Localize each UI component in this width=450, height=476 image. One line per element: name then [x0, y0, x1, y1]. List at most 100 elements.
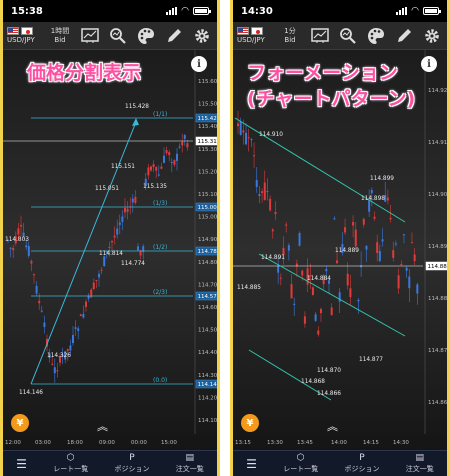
pencil-icon[interactable]: [395, 27, 413, 45]
currency-pair-selector[interactable]: USD/JPY: [7, 27, 47, 44]
pair-label: USD/JPY: [7, 36, 35, 44]
candle-body: [303, 316, 306, 324]
yen-order-icon[interactable]: ¥: [11, 414, 29, 432]
status-time: 14:30: [241, 5, 273, 17]
currency-pair-selector[interactable]: USD/JPY: [237, 27, 277, 44]
price-annotation: 114.803: [5, 237, 29, 243]
price-highlight-label: 115.313: [198, 139, 218, 145]
price-annotation: 114.868: [301, 379, 325, 385]
fibonacci-level-label: (2/3): [153, 289, 167, 296]
candle-body: [82, 313, 85, 318]
candle-body: [147, 167, 150, 176]
candle-body: [9, 247, 12, 249]
info-icon[interactable]: i: [421, 56, 437, 72]
nav-position[interactable]: P ポジション: [345, 453, 380, 474]
caption-formation: フォーメーション: [247, 62, 398, 84]
candle-body: [410, 242, 413, 244]
candle-body: [370, 190, 373, 194]
candle-body: [413, 254, 416, 262]
candle-body: [242, 130, 245, 133]
price-axis-label: 115.500: [198, 102, 217, 108]
yen-order-icon[interactable]: ¥: [241, 414, 259, 432]
menu-button[interactable]: ☰: [246, 457, 257, 471]
price-highlight-label: 114.888: [428, 264, 448, 270]
price-highlight-label: 114.573: [198, 294, 218, 300]
indicator-search-icon[interactable]: [109, 27, 127, 45]
candle-body: [333, 218, 336, 220]
candle-body: [357, 299, 360, 302]
candle-body: [349, 288, 352, 298]
candle-body: [319, 309, 322, 314]
candle-body: [298, 233, 301, 246]
timeframe-selector[interactable]: 1時間 Bid: [47, 27, 73, 45]
hamburger-icon: ☰: [16, 456, 27, 471]
price-axis-label: 115.100: [198, 192, 217, 198]
candle-body: [376, 242, 379, 254]
price-chart[interactable]: 115.600 115.500 115.400 115.300 115.200 115.1…: [3, 50, 217, 450]
candle-body: [27, 246, 30, 256]
nav-order-list-label: 注文一覧: [175, 465, 204, 473]
candle-body: [311, 287, 314, 296]
candle-body: [118, 222, 121, 225]
price-axis-label: 114.500: [198, 328, 217, 334]
chevron-up-icon[interactable]: ︽: [97, 418, 108, 434]
wifi-icon: ◠: [411, 6, 419, 16]
candle-body: [250, 139, 253, 141]
candle-body: [181, 141, 184, 146]
candle-body: [12, 248, 15, 251]
candle-body: [134, 196, 137, 203]
nav-rate-list-label: レート一覧: [53, 465, 89, 473]
candle-body: [69, 345, 72, 351]
candle-body: [266, 191, 269, 193]
price-axis-label: 115.300: [198, 147, 217, 153]
timeframe-selector[interactable]: 1分 Bid: [277, 27, 303, 45]
price-annotation: 114.910: [259, 132, 283, 138]
gear-icon[interactable]: [423, 27, 441, 45]
candle-body: [381, 239, 384, 242]
candle-body: [79, 314, 82, 317]
candle-body: [74, 327, 77, 329]
time-axis-label: 15:00: [161, 440, 177, 446]
order-icon: ▤: [415, 453, 425, 463]
candle-body: [56, 370, 59, 372]
candle-body: [408, 276, 411, 289]
candle-body: [362, 218, 365, 225]
time-axis-label: 14:00: [331, 440, 347, 446]
price-axis-label: 115.000: [198, 215, 217, 221]
status-bar: 14:30 ◠: [233, 0, 447, 22]
candle-body: [352, 221, 355, 226]
nav-order-list[interactable]: ▤ 注文一覧: [176, 453, 204, 474]
nav-order-list[interactable]: ▤ 注文一覧: [406, 453, 434, 474]
gear-icon[interactable]: [193, 27, 211, 45]
menu-button[interactable]: ☰: [16, 457, 27, 471]
wifi-icon: ◠: [181, 6, 189, 16]
price-type-label: Bid: [284, 35, 296, 44]
time-axis-label: 13:15: [235, 440, 251, 446]
time-axis-label: 13:45: [297, 440, 313, 446]
candle-body: [22, 232, 25, 237]
nav-rate-list[interactable]: ⬡ レート一覧: [283, 453, 318, 474]
price-annotation: 114.774: [121, 261, 145, 267]
price-highlight-label: 114.146: [198, 382, 218, 388]
candle-body: [40, 310, 43, 312]
timeframe-label: 1時間: [50, 26, 70, 35]
chevron-up-icon[interactable]: ︽: [327, 418, 338, 434]
palette-icon[interactable]: [367, 27, 385, 45]
candle-body: [247, 137, 250, 139]
indicator-search-icon[interactable]: [339, 27, 357, 45]
chart-type-icon[interactable]: [81, 27, 99, 45]
nav-position[interactable]: P ポジション: [115, 453, 150, 474]
candle-body: [330, 307, 333, 316]
nav-rate-list[interactable]: ⬡ レート一覧: [53, 453, 88, 474]
pencil-icon[interactable]: [165, 27, 183, 45]
candle-body: [168, 152, 171, 156]
status-icons: ◠: [166, 6, 211, 16]
palette-icon[interactable]: [137, 27, 155, 45]
hamburger-icon: ☰: [246, 456, 257, 471]
price-annotation: 114.884: [307, 276, 331, 282]
candle-body: [30, 260, 33, 264]
info-icon[interactable]: i: [191, 56, 207, 72]
pair-label: USD/JPY: [237, 36, 265, 44]
price-axis-label: 114.920: [428, 88, 447, 94]
chart-type-icon[interactable]: [311, 27, 329, 45]
